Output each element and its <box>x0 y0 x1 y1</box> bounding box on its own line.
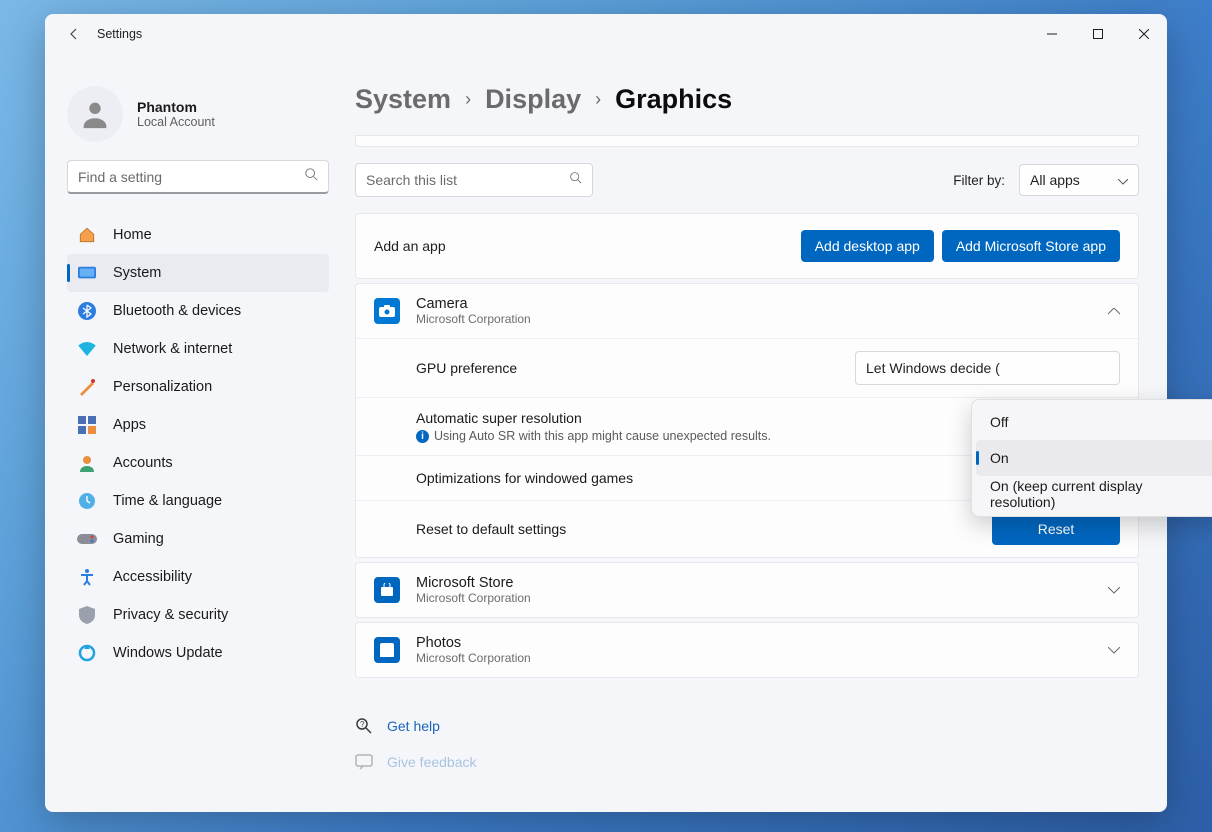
camera-icon <box>374 298 400 324</box>
nav-bluetooth[interactable]: Bluetooth & devices <box>67 292 329 330</box>
nav-gaming[interactable]: Gaming <box>67 520 329 558</box>
bluetooth-icon <box>77 301 97 321</box>
get-help-link[interactable]: ? Get help <box>355 708 1139 744</box>
search-list-input[interactable] <box>366 172 569 188</box>
app-header-camera[interactable]: Camera Microsoft Corporation <box>356 284 1138 338</box>
find-setting-search[interactable] <box>67 160 329 194</box>
nav-time[interactable]: Time & language <box>67 482 329 520</box>
app-title: Microsoft Store <box>416 575 531 591</box>
breadcrumb-system[interactable]: System <box>355 84 451 115</box>
gpu-label: GPU preference <box>416 360 517 376</box>
feedback-icon <box>355 753 373 771</box>
nav-apps[interactable]: Apps <box>67 406 329 444</box>
app-title: Camera <box>416 296 531 312</box>
svg-text:?: ? <box>360 720 365 729</box>
user-block[interactable]: Phantom Local Account <box>67 86 329 142</box>
asr-label: Automatic super resolution <box>416 410 771 426</box>
chevron-down-icon <box>1118 172 1128 188</box>
chevron-right-icon: › <box>595 89 601 110</box>
opt-label: Optimizations for windowed games <box>416 470 633 486</box>
chevron-up-icon <box>1108 302 1120 320</box>
nav-personalization[interactable]: Personalization <box>67 368 329 406</box>
privacy-icon <box>77 605 97 625</box>
asr-warning: i Using Auto SR with this app might caus… <box>416 429 771 443</box>
close-button[interactable] <box>1121 19 1167 49</box>
nav-accessibility[interactable]: Accessibility <box>67 558 329 596</box>
minimize-button[interactable] <box>1029 19 1075 49</box>
maximize-button[interactable] <box>1075 19 1121 49</box>
store-icon <box>374 577 400 603</box>
user-name: Phantom <box>137 99 215 115</box>
dropdown-item-on[interactable]: On <box>976 440 1212 476</box>
window-controls <box>1029 19 1167 49</box>
app-publisher: Microsoft Corporation <box>416 591 531 605</box>
window-title: Settings <box>97 27 142 41</box>
app-title: Photos <box>416 635 531 651</box>
main: System › Display › Graphics Filter by: A… <box>345 54 1167 812</box>
home-icon <box>77 225 97 245</box>
add-app-card: Add an app Add desktop app Add Microsoft… <box>355 213 1139 279</box>
nav-home[interactable]: Home <box>67 216 329 254</box>
filter-row: Filter by: All apps <box>355 163 1139 197</box>
chevron-down-icon <box>1108 641 1120 659</box>
app-publisher: Microsoft Corporation <box>416 651 531 665</box>
dropdown-item-off[interactable]: Off <box>976 404 1212 440</box>
user-subtitle: Local Account <box>137 115 215 129</box>
settings-window: Settings Phantom Local Account <box>45 14 1167 812</box>
info-icon: i <box>416 430 429 443</box>
nav-system[interactable]: System <box>67 254 329 292</box>
system-icon <box>77 263 97 283</box>
filter-label: Filter by: <box>953 173 1005 188</box>
update-icon <box>77 643 97 663</box>
reset-label: Reset to default settings <box>416 521 566 537</box>
chevron-right-icon: › <box>465 89 471 110</box>
chevron-down-icon <box>1108 581 1120 599</box>
collapsed-card-top <box>355 135 1139 147</box>
apps-icon <box>77 415 97 435</box>
accounts-icon <box>77 453 97 473</box>
footer-links: ? Get help Give feedback <box>355 708 1139 780</box>
breadcrumb: System › Display › Graphics <box>355 84 1139 115</box>
titlebar: Settings <box>45 14 1167 54</box>
search-icon <box>569 171 582 189</box>
search-icon <box>304 167 318 186</box>
row-gpu-preference: GPU preference Let Windows decide ( <box>356 338 1138 397</box>
app-card-photos[interactable]: Photos Microsoft Corporation <box>355 622 1139 678</box>
avatar <box>67 86 123 142</box>
asr-dropdown-popup: Off On On (keep current display resoluti… <box>971 399 1212 517</box>
sidebar: Phantom Local Account Home System Blueto… <box>45 54 345 812</box>
add-app-label: Add an app <box>374 238 446 254</box>
breadcrumb-current: Graphics <box>615 84 732 115</box>
photos-icon <box>374 637 400 663</box>
add-store-app-button[interactable]: Add Microsoft Store app <box>942 230 1120 262</box>
find-setting-input[interactable] <box>78 169 304 185</box>
nav-network[interactable]: Network & internet <box>67 330 329 368</box>
give-feedback-link[interactable]: Give feedback <box>355 744 1139 780</box>
search-list-box[interactable] <box>355 163 593 197</box>
app-publisher: Microsoft Corporation <box>416 312 531 326</box>
app-card-store[interactable]: Microsoft Store Microsoft Corporation <box>355 562 1139 618</box>
network-icon <box>77 339 97 359</box>
nav-accounts[interactable]: Accounts <box>67 444 329 482</box>
nav-privacy[interactable]: Privacy & security <box>67 596 329 634</box>
accessibility-icon <box>77 567 97 587</box>
back-button[interactable] <box>59 19 89 49</box>
time-icon <box>77 491 97 511</box>
gpu-select[interactable]: Let Windows decide ( <box>855 351 1120 385</box>
nav-update[interactable]: Windows Update <box>67 634 329 672</box>
breadcrumb-display[interactable]: Display <box>485 84 581 115</box>
gaming-icon <box>77 529 97 549</box>
help-icon: ? <box>355 717 373 735</box>
dropdown-item-on-keep[interactable]: On (keep current display resolution) <box>976 476 1212 512</box>
filter-select[interactable]: All apps <box>1019 164 1139 196</box>
reset-button[interactable]: Reset <box>992 513 1120 545</box>
add-desktop-app-button[interactable]: Add desktop app <box>801 230 934 262</box>
personalization-icon <box>77 377 97 397</box>
nav: Home System Bluetooth & devices Network … <box>67 216 329 672</box>
